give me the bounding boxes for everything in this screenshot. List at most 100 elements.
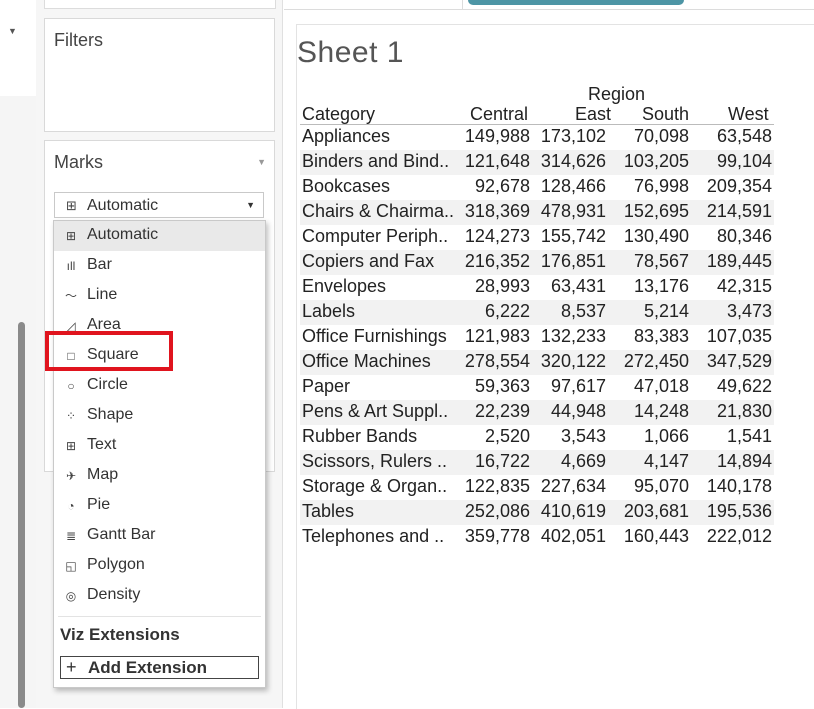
cell-value[interactable]: 124,273 xyxy=(465,226,530,247)
cell-value[interactable]: 214,591 xyxy=(707,201,772,222)
cell-value[interactable]: 176,851 xyxy=(541,251,606,272)
cell-value[interactable]: 92,678 xyxy=(475,176,530,197)
cell-value[interactable]: 59,363 xyxy=(475,376,530,397)
sheet-title[interactable]: Sheet 1 xyxy=(297,36,404,70)
row-category[interactable]: Binders and Bind.. xyxy=(302,151,449,172)
cell-value[interactable]: 14,248 xyxy=(634,401,689,422)
cell-value[interactable]: 121,648 xyxy=(465,151,530,172)
row-category[interactable]: Labels xyxy=(302,301,355,322)
row-category[interactable]: Envelopes xyxy=(302,276,386,297)
cell-value[interactable]: 140,178 xyxy=(707,476,772,497)
mark-type-option-shape[interactable]: ⁘ Shape xyxy=(54,401,265,431)
cell-value[interactable]: 149,988 xyxy=(465,126,530,147)
table-row[interactable]: Computer Periph.. 124,273 155,742 130,490 80… xyxy=(300,225,774,250)
table-row[interactable]: Rubber Bands 2,520 3,543 1,066 1,541 xyxy=(300,425,774,450)
table-row[interactable]: Appliances 149,988 173,102 70,098 63,548 xyxy=(300,125,774,150)
cell-value[interactable]: 99,104 xyxy=(717,151,772,172)
pages-shelf[interactable] xyxy=(44,0,276,9)
cell-value[interactable]: 78,567 xyxy=(634,251,689,272)
cell-value[interactable]: 14,894 xyxy=(717,451,772,472)
add-extension-button[interactable]: + Add Extension xyxy=(60,656,259,679)
cell-value[interactable]: 155,742 xyxy=(541,226,606,247)
mark-type-option-bar[interactable]: ıll Bar xyxy=(54,251,265,281)
cell-value[interactable]: 189,445 xyxy=(707,251,772,272)
cell-value[interactable]: 83,383 xyxy=(634,326,689,347)
cell-value[interactable]: 16,722 xyxy=(475,451,530,472)
cell-value[interactable]: 8,537 xyxy=(561,301,606,322)
cell-value[interactable]: 347,529 xyxy=(707,351,772,372)
cell-value[interactable]: 107,035 xyxy=(707,326,772,347)
cell-value[interactable]: 132,233 xyxy=(541,326,606,347)
filters-card[interactable]: Filters xyxy=(44,18,275,132)
table-row[interactable]: Copiers and Fax 216,352 176,851 78,567 189,4… xyxy=(300,250,774,275)
table-row[interactable]: Chairs & Chairma.. 318,369 478,931 152,695 2… xyxy=(300,200,774,225)
cell-value[interactable]: 49,622 xyxy=(717,376,772,397)
cell-value[interactable]: 13,176 xyxy=(634,276,689,297)
mark-type-option-density[interactable]: ◎ Density xyxy=(54,581,265,611)
column-header-east[interactable]: East xyxy=(575,104,611,125)
chevron-down-icon[interactable]: ▼ xyxy=(246,200,255,210)
cell-value[interactable]: 4,147 xyxy=(644,451,689,472)
mark-type-select[interactable]: ⊞ Automatic ▼ xyxy=(54,192,264,218)
row-category[interactable]: Copiers and Fax xyxy=(302,251,434,272)
row-category[interactable]: Bookcases xyxy=(302,176,390,197)
cell-value[interactable]: 252,086 xyxy=(465,501,530,522)
row-category[interactable]: Pens & Art Suppl.. xyxy=(302,401,448,422)
field-pill[interactable] xyxy=(468,0,684,5)
marks-menu-chevron-icon[interactable]: ▼ xyxy=(257,157,266,167)
cell-value[interactable]: 80,346 xyxy=(717,226,772,247)
mark-type-option-circle[interactable]: ○ Circle xyxy=(54,371,265,401)
cell-value[interactable]: 6,222 xyxy=(485,301,530,322)
shelf-segment[interactable] xyxy=(284,0,463,9)
table-row[interactable]: Envelopes 28,993 63,431 13,176 42,315 xyxy=(300,275,774,300)
row-category[interactable]: Telephones and .. xyxy=(302,526,444,547)
dropdown-arrow-icon[interactable]: ▼ xyxy=(8,26,17,36)
mark-type-option-line[interactable]: 〜 Line xyxy=(54,281,265,311)
cell-value[interactable]: 278,554 xyxy=(465,351,530,372)
cell-value[interactable]: 3,473 xyxy=(727,301,772,322)
cell-value[interactable]: 95,070 xyxy=(634,476,689,497)
cell-value[interactable]: 128,466 xyxy=(541,176,606,197)
cell-value[interactable]: 21,830 xyxy=(717,401,772,422)
cell-value[interactable]: 28,993 xyxy=(475,276,530,297)
cell-value[interactable]: 1,066 xyxy=(644,426,689,447)
table-row[interactable]: Storage & Organ.. 122,835 227,634 95,070 140… xyxy=(300,475,774,500)
cell-value[interactable]: 3,543 xyxy=(561,426,606,447)
mark-type-option-map[interactable]: ✈ Map xyxy=(54,461,265,491)
cell-value[interactable]: 5,214 xyxy=(644,301,689,322)
vertical-scrollbar[interactable] xyxy=(18,322,25,708)
cell-value[interactable]: 320,122 xyxy=(541,351,606,372)
row-category[interactable]: Rubber Bands xyxy=(302,426,417,447)
table-row[interactable]: Labels 6,222 8,537 5,214 3,473 xyxy=(300,300,774,325)
table-row[interactable]: Bookcases 92,678 128,466 76,998 209,354 xyxy=(300,175,774,200)
mark-type-option-polygon[interactable]: ◱ Polygon xyxy=(54,551,265,581)
cell-value[interactable]: 70,098 xyxy=(634,126,689,147)
cell-value[interactable]: 1,541 xyxy=(727,426,772,447)
table-row[interactable]: Telephones and .. 359,778 402,051 160,443 22… xyxy=(300,525,774,550)
cell-value[interactable]: 47,018 xyxy=(634,376,689,397)
cell-value[interactable]: 76,998 xyxy=(634,176,689,197)
cell-value[interactable]: 227,634 xyxy=(541,476,606,497)
cell-value[interactable]: 173,102 xyxy=(541,126,606,147)
cell-value[interactable]: 209,354 xyxy=(707,176,772,197)
table-row[interactable]: Pens & Art Suppl.. 22,239 44,948 14,248 21,8… xyxy=(300,400,774,425)
cell-value[interactable]: 216,352 xyxy=(465,251,530,272)
row-category[interactable]: Scissors, Rulers .. xyxy=(302,451,447,472)
row-category[interactable]: Computer Periph.. xyxy=(302,226,448,247)
cell-value[interactable]: 130,490 xyxy=(624,226,689,247)
cell-value[interactable]: 314,626 xyxy=(541,151,606,172)
row-category[interactable]: Chairs & Chairma.. xyxy=(302,201,454,222)
cell-value[interactable]: 478,931 xyxy=(541,201,606,222)
table-row[interactable]: Office Furnishings 121,983 132,233 83,383 10… xyxy=(300,325,774,350)
cell-value[interactable]: 2,520 xyxy=(485,426,530,447)
table-row[interactable]: Binders and Bind.. 121,648 314,626 103,205 9… xyxy=(300,150,774,175)
table-row[interactable]: Tables 252,086 410,619 203,681 195,536 xyxy=(300,500,774,525)
cell-value[interactable]: 160,443 xyxy=(624,526,689,547)
row-category[interactable]: Storage & Organ.. xyxy=(302,476,447,497)
cell-value[interactable]: 42,315 xyxy=(717,276,772,297)
cell-value[interactable]: 402,051 xyxy=(541,526,606,547)
mark-type-option-text[interactable]: ⊞ Text xyxy=(54,431,265,461)
cell-value[interactable]: 97,617 xyxy=(551,376,606,397)
cell-value[interactable]: 195,536 xyxy=(707,501,772,522)
cell-value[interactable]: 410,619 xyxy=(541,501,606,522)
